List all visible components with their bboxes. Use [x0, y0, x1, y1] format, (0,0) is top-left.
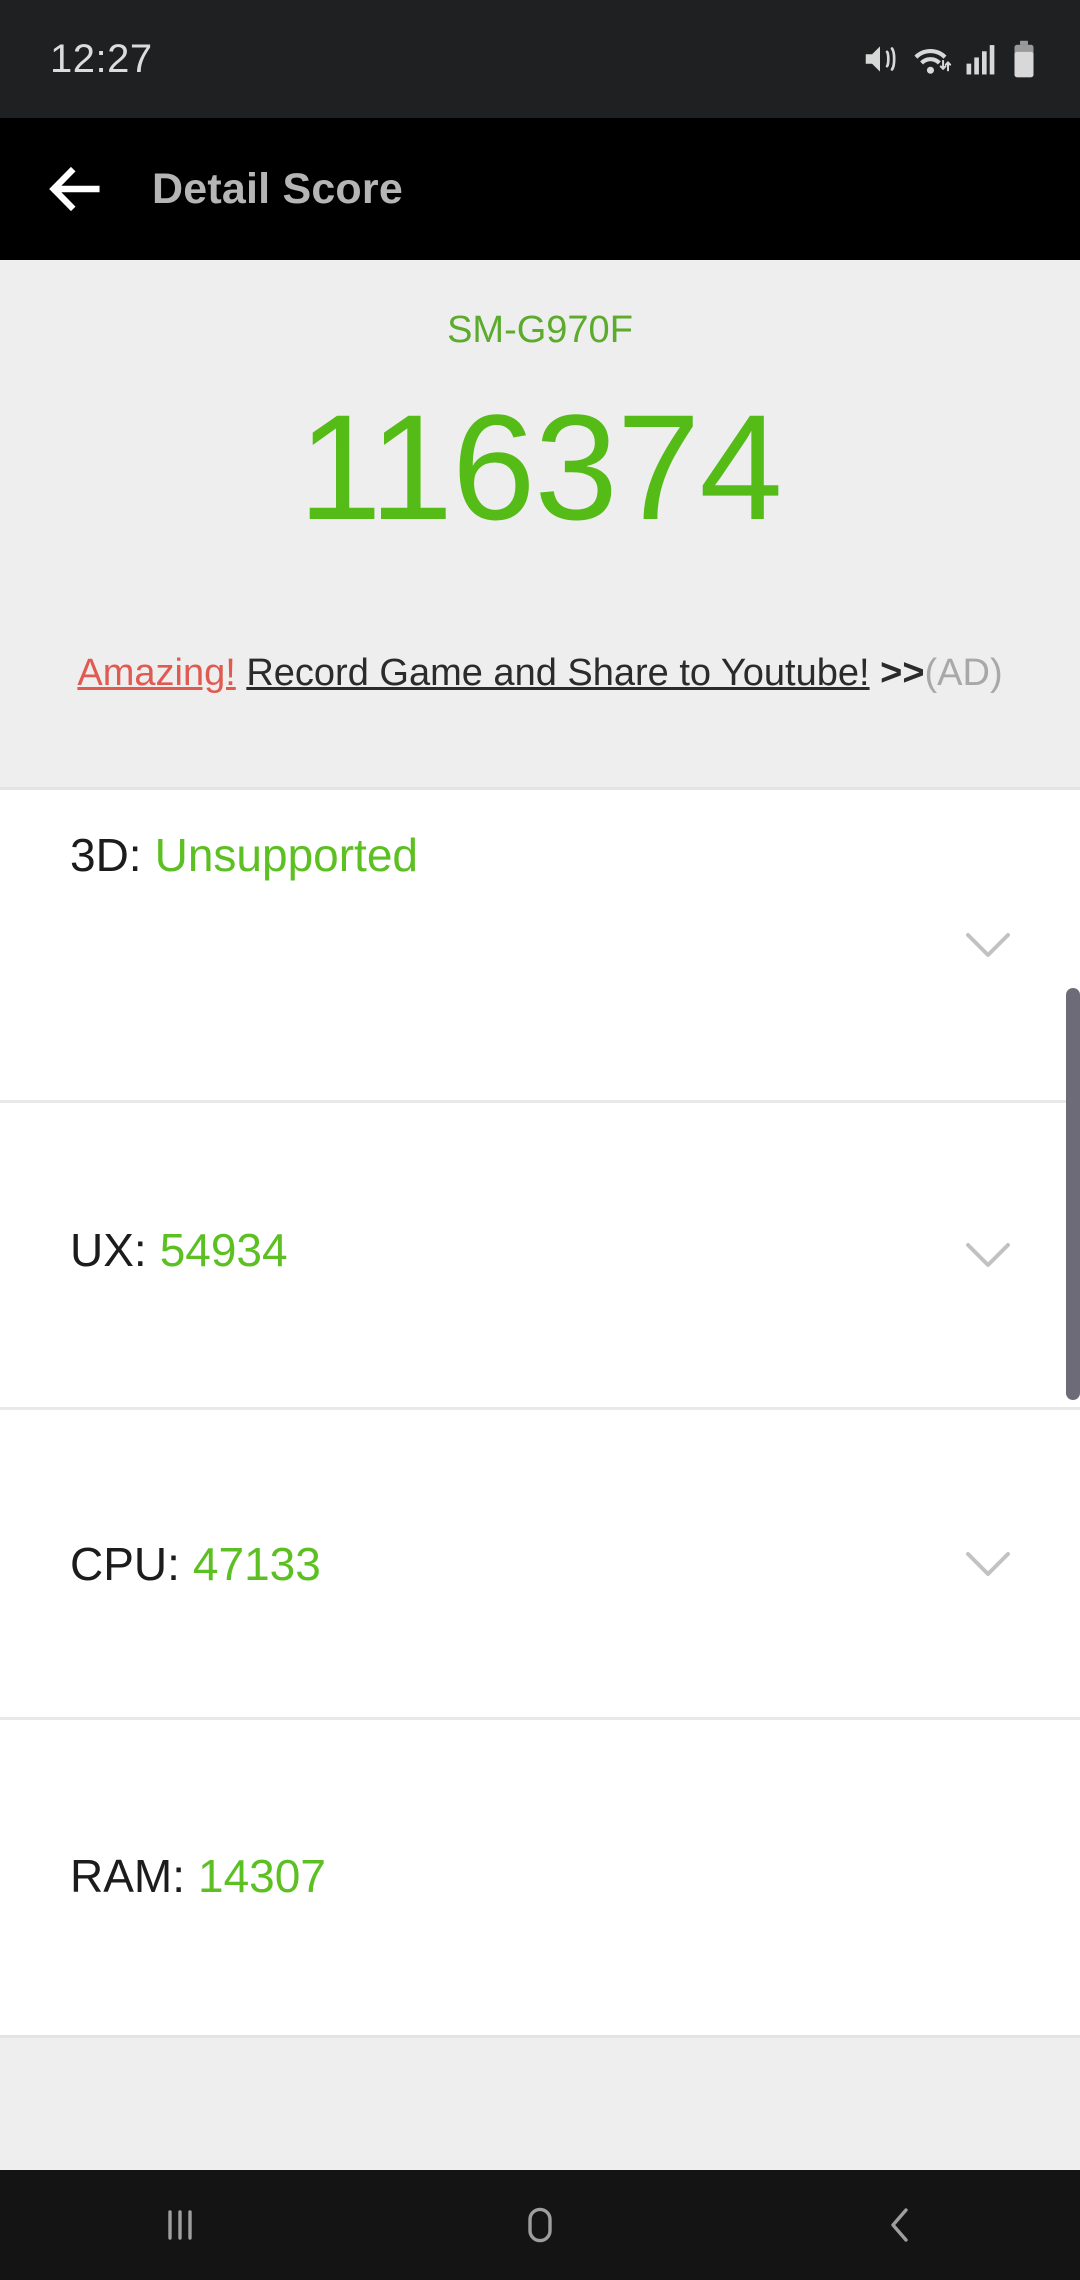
status-bar: 12:27: [0, 0, 1080, 118]
recents-icon[interactable]: [0, 2170, 360, 2280]
ad-hook-text: Amazing!: [77, 652, 236, 694]
row-label: UX:: [70, 1224, 147, 1276]
status-clock: 12:27: [50, 36, 153, 81]
row-label: 3D:: [70, 829, 142, 881]
chevron-down-icon[interactable]: [958, 1534, 1018, 1594]
row-content: CPU: 47133: [0, 1537, 321, 1591]
battery-icon: [1012, 40, 1036, 78]
home-icon[interactable]: [360, 2170, 720, 2280]
row-content: RAM: 14307: [0, 1849, 326, 1903]
list-item-ram[interactable]: RAM: 14307: [0, 1720, 1080, 2032]
ad-arrows-text: >>: [880, 652, 925, 694]
row-content: 3D: Unsupported: [0, 828, 418, 882]
signal-icon: [965, 42, 999, 76]
system-nav-bar: [0, 2170, 1080, 2280]
chevron-down-icon[interactable]: [958, 1225, 1018, 1285]
row-content: UX: 54934: [0, 1223, 288, 1277]
ad-body-text: Record Game and Share to Youtube!: [246, 652, 870, 694]
ad-banner-link[interactable]: Amazing! Record Game and Share to Youtub…: [0, 652, 1080, 695]
scrollbar[interactable]: [1064, 790, 1080, 2035]
back-arrow-icon[interactable]: [20, 134, 130, 244]
list-item-cpu[interactable]: CPU: 47133: [0, 1410, 1080, 1720]
chevron-down-icon[interactable]: [958, 915, 1018, 975]
row-label: RAM:: [70, 1850, 185, 1902]
score-detail-list: 3D: Unsupported UX: 54934 CPU: 47133 RAM…: [0, 790, 1080, 2035]
list-item-3d[interactable]: 3D: Unsupported: [0, 790, 1080, 1103]
score-summary-panel: SM-G970F 116374 Amazing! Record Game and…: [0, 260, 1080, 790]
row-value: Unsupported: [154, 829, 418, 881]
ad-tag-label: (AD): [924, 652, 1003, 694]
device-model-label: SM-G970F: [447, 309, 633, 351]
page-title: Detail Score: [152, 164, 403, 213]
row-value: 54934: [159, 1224, 288, 1276]
row-value: 14307: [198, 1850, 326, 1902]
total-score-value: 116374: [298, 383, 782, 551]
row-label: CPU:: [70, 1537, 180, 1590]
footer-strip: [0, 2035, 1080, 2170]
scrollbar-thumb[interactable]: [1066, 988, 1080, 1400]
list-item-ux[interactable]: UX: 54934: [0, 1103, 1080, 1410]
phone-screen: 12:27 Detail Score SM-G970F 116374 Amazi…: [0, 0, 1080, 2280]
back-icon[interactable]: [720, 2170, 1080, 2280]
wifi-icon: [912, 40, 952, 78]
row-value: 47133: [192, 1537, 321, 1590]
mute-icon: [861, 40, 899, 78]
app-bar: Detail Score: [0, 118, 1080, 260]
status-icon-group: [861, 40, 1036, 78]
